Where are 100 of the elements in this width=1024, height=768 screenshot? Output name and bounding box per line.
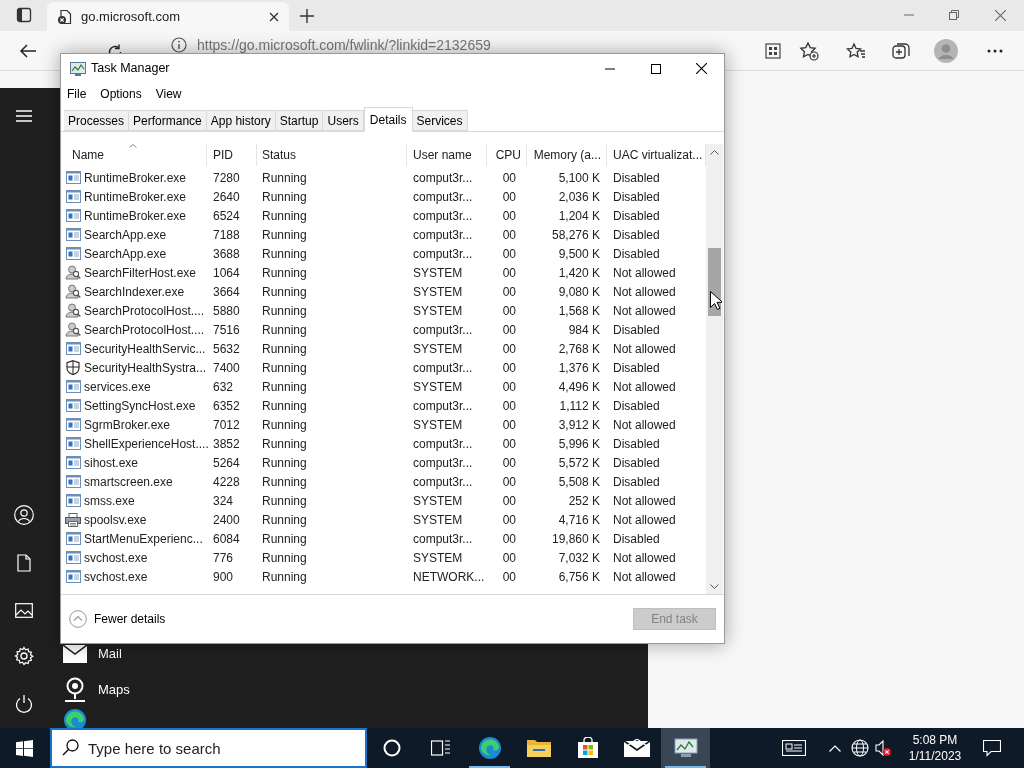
table-cell-text: 00	[501, 359, 517, 377]
table-cell-text: 5632	[212, 340, 241, 358]
news-icon[interactable]	[782, 740, 806, 756]
clock[interactable]: 5:08 PM 1/11/2023	[897, 732, 973, 764]
tab[interactable]: Startup	[275, 110, 324, 131]
collections-icon[interactable]	[892, 41, 910, 60]
cortana-icon	[382, 739, 401, 757]
table-cell-text: 5,100 K	[557, 169, 601, 187]
table-cell-text: 58,276 K	[550, 226, 601, 244]
browser-tab[interactable]: go.microsoft.com	[47, 2, 289, 31]
table-cell-text: Running	[261, 530, 308, 548]
table-cell-text: 5,996 K	[557, 435, 601, 453]
table-cell-text: Running	[261, 188, 308, 206]
speaker-muted-icon[interactable]	[875, 740, 891, 756]
process-name: StartMenuExperienc...	[84, 530, 203, 548]
tab[interactable]: Details	[363, 107, 413, 132]
menu-item[interactable]: View	[155, 84, 182, 103]
table-cell-text: 00	[501, 321, 517, 339]
table-cell-text: NETWORK...	[412, 568, 486, 586]
document-icon[interactable]	[17, 554, 31, 572]
table-cell-text: Running	[261, 245, 308, 263]
column-header[interactable]: Status	[257, 144, 407, 166]
table-cell-text: Not allowed	[612, 568, 677, 586]
table-cell-text: 00	[501, 264, 517, 282]
info-icon	[171, 36, 187, 53]
tab[interactable]: Users	[323, 110, 364, 131]
table-cell-text: 7400	[212, 359, 241, 377]
windows-start-icon[interactable]	[16, 739, 33, 757]
process-name: ShellExperienceHost....	[84, 435, 209, 453]
table-cell-text: Not allowed	[612, 378, 677, 396]
menu-icon[interactable]	[16, 110, 32, 122]
globe-icon[interactable]	[851, 739, 869, 757]
close-icon[interactable]	[696, 63, 707, 74]
table-cell-text: Not allowed	[612, 492, 677, 510]
settings-icon[interactable]	[14, 646, 34, 666]
more-icon[interactable]	[987, 48, 1003, 53]
pictures-icon[interactable]	[15, 603, 33, 618]
taskbar-app-button[interactable]	[661, 728, 710, 768]
close-icon[interactable]	[269, 11, 279, 22]
printer-icon	[65, 512, 81, 527]
process-name: SearchFilterHost.exe	[84, 264, 197, 282]
maximize-icon[interactable]	[651, 63, 661, 74]
tab-actions-icon[interactable]	[16, 7, 32, 23]
add-favorite-icon[interactable]	[799, 40, 819, 61]
back-icon[interactable]	[19, 42, 37, 59]
table-cell-text: 00	[501, 568, 517, 586]
new-tab-icon[interactable]	[300, 9, 314, 23]
tab[interactable]: App history	[206, 110, 276, 131]
scroll-down-icon[interactable]	[710, 584, 719, 589]
table-cell-text: Running	[261, 397, 308, 415]
table-cell-text: 3664	[212, 283, 241, 301]
table-cell-text: 00	[501, 188, 517, 206]
process-name: SearchApp.exe	[84, 226, 167, 244]
power-icon[interactable]	[15, 694, 33, 713]
chevron-up-icon[interactable]	[829, 744, 841, 752]
column-header[interactable]: Memory (a...	[527, 144, 607, 166]
application-icon	[65, 398, 81, 413]
table-cell-text: 632	[212, 378, 235, 396]
table-cell-text: Running	[261, 302, 308, 320]
minimize-icon[interactable]	[605, 67, 615, 70]
table-cell-text: Disabled	[612, 226, 661, 244]
tab[interactable]: Performance	[129, 110, 207, 131]
scrollbar[interactable]	[706, 144, 723, 594]
table-cell-text: Disabled	[612, 473, 661, 491]
menu-item[interactable]: File	[67, 84, 87, 103]
start-app-item[interactable]: Maps	[48, 672, 648, 708]
table-cell-text: Running	[261, 416, 308, 434]
table-cell-text: Not allowed	[612, 416, 677, 434]
profile-avatar-icon[interactable]	[934, 38, 958, 63]
column-header[interactable]: CPU	[487, 144, 527, 166]
start-app-item[interactable]: Mail	[48, 636, 648, 672]
column-header[interactable]: Name	[61, 144, 207, 166]
process-name: svchost.exe	[84, 549, 148, 567]
search-icon	[62, 739, 79, 756]
table-cell-text: comput3r...	[412, 321, 474, 339]
column-header[interactable]: PID	[207, 144, 257, 166]
scroll-up-icon[interactable]	[710, 150, 719, 155]
table-cell-text: 984 K	[567, 321, 601, 339]
table-cell-text: 2640	[212, 188, 241, 206]
table-cell-text: 6352	[212, 397, 241, 415]
tab[interactable]: Processes	[64, 110, 130, 131]
application-icon	[65, 208, 81, 223]
table-cell-text: 00	[501, 473, 517, 491]
favorites-icon[interactable]	[846, 41, 866, 60]
app-label: Mail	[98, 645, 122, 664]
fewer-details-button[interactable]: Fewer details	[69, 610, 166, 628]
table-cell-text: Running	[261, 511, 308, 529]
user-icon[interactable]	[14, 505, 34, 525]
app-grid-icon[interactable]	[765, 42, 781, 59]
process-name: RuntimeBroker.exe	[84, 188, 187, 206]
restore-icon[interactable]	[949, 10, 959, 20]
url-text: https://go.microsoft.com/fwlink/?linkid=2132659	[197, 36, 491, 54]
table-cell-text: 19,860 K	[550, 530, 601, 548]
menu-item[interactable]: Options	[100, 84, 142, 103]
column-header[interactable]: User name	[407, 144, 487, 166]
search-field[interactable]: Type here to search	[50, 728, 367, 768]
tab[interactable]: Services	[412, 110, 468, 131]
notifications-icon[interactable]	[983, 739, 1001, 757]
application-icon	[65, 170, 81, 185]
shield-icon	[65, 360, 81, 375]
